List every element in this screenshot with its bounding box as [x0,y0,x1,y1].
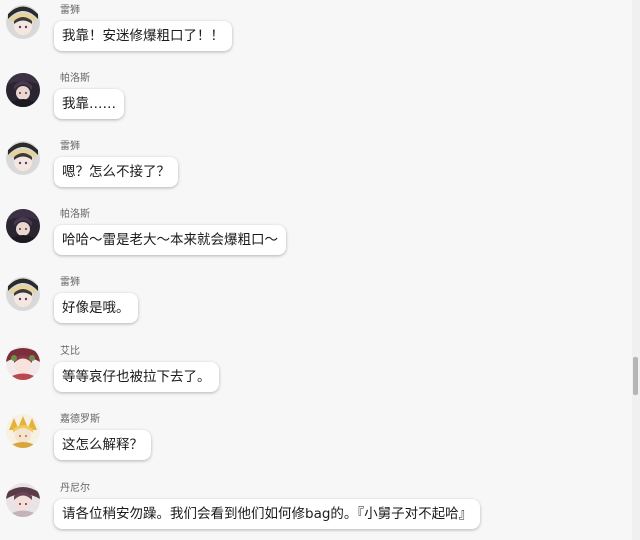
chat-message: 嘉德罗斯 这怎么解释？ [0,409,630,473]
chat-message: 丹尼尔 请各位稍安勿躁。我们会看到他们如何修bag的。『小舅子对不起哈』 [0,478,630,540]
sender-name: 丹尼尔 [60,483,90,494]
message-bubble[interactable]: 等等哀仔也被拉下去了。 [54,362,219,392]
danier-avatar[interactable] [6,483,40,517]
chat-message: 艾比 等等哀仔也被拉下去了。 [0,341,630,405]
message-bubble[interactable]: 好像是哦。 [54,293,138,323]
sender-name: 帕洛斯 [60,209,90,220]
sender-name: 艾比 [60,346,80,357]
message-bubble[interactable]: 请各位稍安勿躁。我们会看到他们如何修bag的。『小舅子对不起哈』 [54,499,481,529]
leishi-avatar[interactable] [6,5,40,39]
chat-window: 雷狮 我靠！安迷修爆粗口了！！ 帕洛斯 我靠…… 雷狮 嗯？怎么不接了？ 帕洛斯… [0,0,640,540]
message-bubble[interactable]: 嗯？怎么不接了？ [54,157,178,187]
message-bubble[interactable]: 这怎么解释？ [54,430,151,460]
sender-name: 雷狮 [60,141,80,152]
sender-name: 嘉德罗斯 [60,414,100,425]
jiadeluosi-avatar[interactable] [6,414,40,448]
chat-message: 雷狮 我靠！安迷修爆粗口了！！ [0,0,630,64]
message-bubble[interactable]: 我靠！安迷修爆粗口了！！ [54,21,232,51]
leishi-avatar[interactable] [6,141,40,175]
chat-message: 帕洛斯 哈哈～雷是老大～本来就会爆粗口～ [0,204,630,268]
aibi-avatar[interactable] [6,346,40,380]
scrollbar-thumb[interactable] [633,357,638,395]
chat-message: 雷狮 好像是哦。 [0,272,630,336]
chat-message: 雷狮 嗯？怎么不接了？ [0,136,630,200]
sender-name: 雷狮 [60,5,80,16]
message-bubble[interactable]: 我靠…… [54,89,124,119]
palos-avatar[interactable] [6,209,40,243]
vertical-scrollbar[interactable] [632,0,640,540]
palos-avatar[interactable] [6,73,40,107]
sender-name: 帕洛斯 [60,73,90,84]
chat-message: 帕洛斯 我靠…… [0,68,630,132]
sender-name: 雷狮 [60,277,80,288]
message-bubble[interactable]: 哈哈～雷是老大～本来就会爆粗口～ [54,225,286,255]
leishi-avatar[interactable] [6,277,40,311]
